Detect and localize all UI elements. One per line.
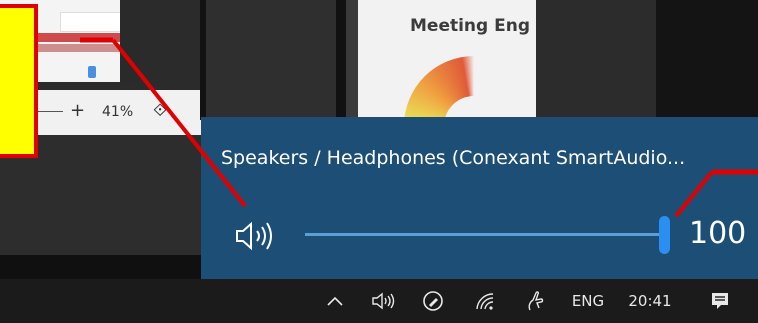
- fit-to-window-icon[interactable]: ⟐: [153, 100, 167, 121]
- audio-device-name[interactable]: Speakers / Headphones (Conexant SmartAud…: [221, 147, 685, 169]
- zoom-slider-track[interactable]: [35, 111, 63, 112]
- annotation-callout: [0, 4, 38, 158]
- zoom-in-button[interactable]: +: [70, 100, 85, 121]
- background-panel: [206, 0, 336, 120]
- taskbar: ENG 20:41: [0, 279, 758, 323]
- thumbnail-title: Meeting Eng: [410, 16, 531, 36]
- volume-value: 100: [689, 216, 747, 251]
- language-indicator[interactable]: ENG: [566, 279, 610, 323]
- background-panel: [536, 0, 656, 120]
- volume-flyout: Speakers / Headphones (Conexant SmartAud…: [201, 117, 758, 279]
- wifi-icon[interactable]: [468, 279, 502, 323]
- clock[interactable]: 20:41: [622, 279, 678, 323]
- notifications-icon[interactable]: [700, 279, 740, 323]
- zoom-level: 41%: [102, 104, 134, 120]
- pen-workspace-icon[interactable]: [416, 279, 450, 323]
- chevron-up-icon[interactable]: [318, 279, 352, 323]
- speaker-icon[interactable]: [366, 279, 402, 323]
- touch-keyboard-icon[interactable]: [518, 279, 552, 323]
- volume-slider-track[interactable]: [305, 233, 665, 236]
- volume-slider-thumb[interactable]: [659, 216, 670, 254]
- presentation-thumbnail: Meeting Eng: [358, 0, 536, 120]
- speaker-icon[interactable]: [233, 219, 279, 253]
